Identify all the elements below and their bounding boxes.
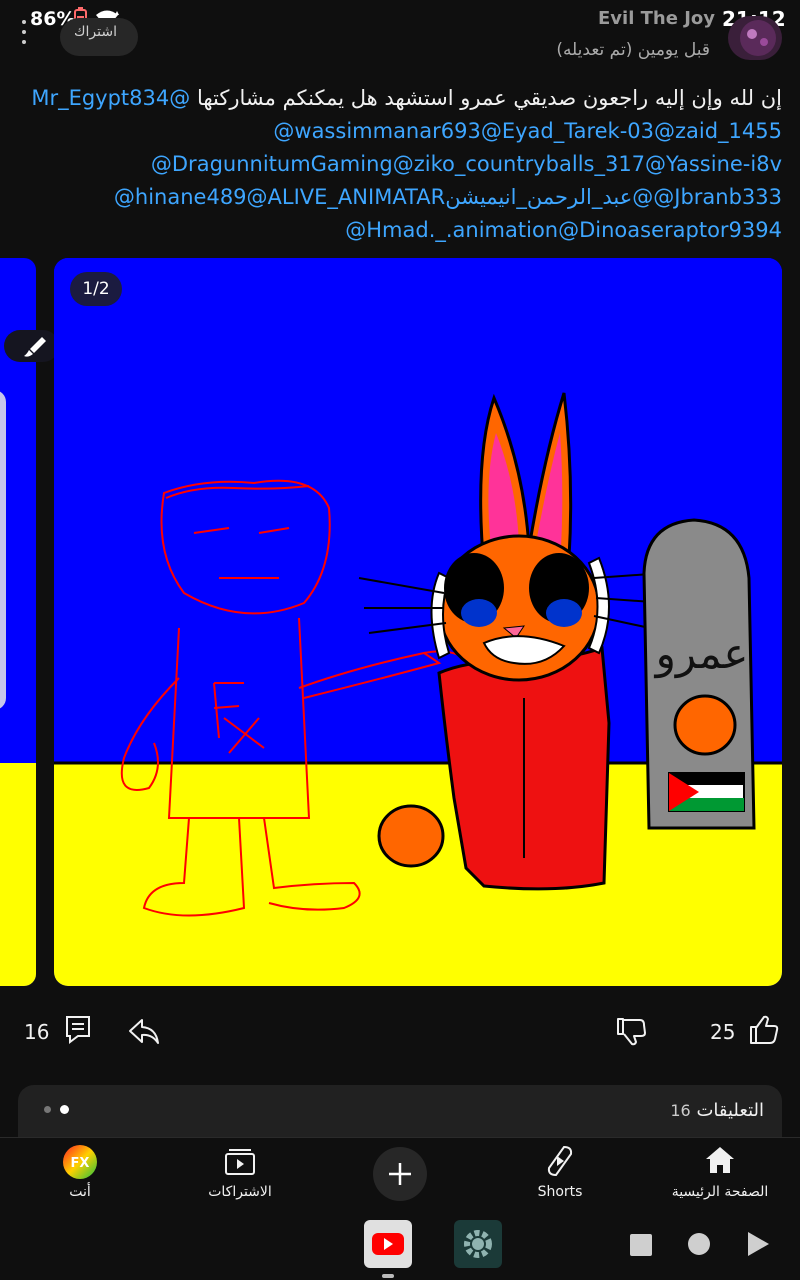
- tombstone-text: عمرو: [654, 629, 749, 678]
- mention-line-2[interactable]: @wassimmanar693@Eyad_Tarek-03@zaid_1455: [20, 115, 782, 148]
- shorts-icon: [547, 1145, 573, 1177]
- like-count: 25: [710, 1020, 736, 1044]
- mention-link[interactable]: @Mr_Egypt834: [31, 86, 190, 110]
- comment-icon[interactable]: [64, 1014, 92, 1044]
- mention-line-3[interactable]: @DragunnitumGaming@ziko_countryballs_317…: [20, 148, 782, 181]
- profile-avatar-icon: FX: [63, 1145, 97, 1179]
- bottom-navigation: FX أنت الاشتراكات Shorts الصفحة الرئيسية: [0, 1137, 800, 1212]
- home-icon: [706, 1147, 734, 1173]
- gear-icon: [464, 1230, 492, 1258]
- like-icon[interactable]: [748, 1014, 780, 1046]
- back-button[interactable]: [746, 1231, 770, 1257]
- image-page-counter: 1/2: [70, 272, 122, 306]
- nav-you[interactable]: FX أنت: [10, 1138, 150, 1212]
- edit-brush-button[interactable]: [4, 330, 59, 362]
- post-text: إن لله وإن إليه راجعون صديقي عمرو استشهد…: [20, 82, 782, 247]
- share-icon[interactable]: [128, 1016, 160, 1046]
- post-timestamp: قبل يومين (تم تعديله): [556, 40, 710, 60]
- nav-home[interactable]: الصفحة الرئيسية: [650, 1138, 790, 1212]
- post-image[interactable]: عمرو: [54, 258, 782, 986]
- channel-avatar[interactable]: [728, 16, 782, 60]
- subscriptions-icon: [225, 1149, 255, 1175]
- plus-icon: [389, 1163, 411, 1185]
- more-options-icon[interactable]: [14, 16, 34, 48]
- settings-app-icon[interactable]: [454, 1220, 502, 1268]
- pager-dot: [44, 1106, 51, 1113]
- drawing-artwork: عمرو: [54, 258, 782, 986]
- brush-icon: [24, 337, 46, 357]
- mention-line-4[interactable]: @hinane489@ALIVE_ANIMATARعبد_الرحمن_انيم…: [20, 181, 782, 214]
- nav-subscriptions[interactable]: الاشتراكات: [170, 1138, 310, 1212]
- previous-image-overlay: [0, 390, 6, 710]
- svg-text:FX: FX: [71, 1156, 90, 1171]
- active-app-indicator: [382, 1274, 394, 1278]
- status-username: Evil The Joy: [598, 8, 715, 29]
- pager-dot-active: [60, 1105, 69, 1114]
- previous-image-ground: [0, 763, 36, 986]
- home-system-button[interactable]: [687, 1232, 711, 1256]
- youtube-app-icon[interactable]: [364, 1220, 412, 1268]
- dislike-icon[interactable]: [616, 1016, 648, 1046]
- post-text-line-1: إن لله وإن إليه راجعون صديقي عمرو استشهد…: [31, 86, 782, 110]
- subscribe-label: اشتراك: [74, 24, 117, 40]
- create-button[interactable]: [373, 1147, 427, 1201]
- mention-line-5[interactable]: @Hmad._.animation@Dinoaseraptor9394: [20, 214, 782, 247]
- comments-header: التعليقات 16: [670, 1100, 764, 1121]
- recents-button[interactable]: [629, 1233, 653, 1257]
- nav-shorts[interactable]: Shorts: [490, 1138, 630, 1212]
- comment-count: 16: [24, 1020, 50, 1044]
